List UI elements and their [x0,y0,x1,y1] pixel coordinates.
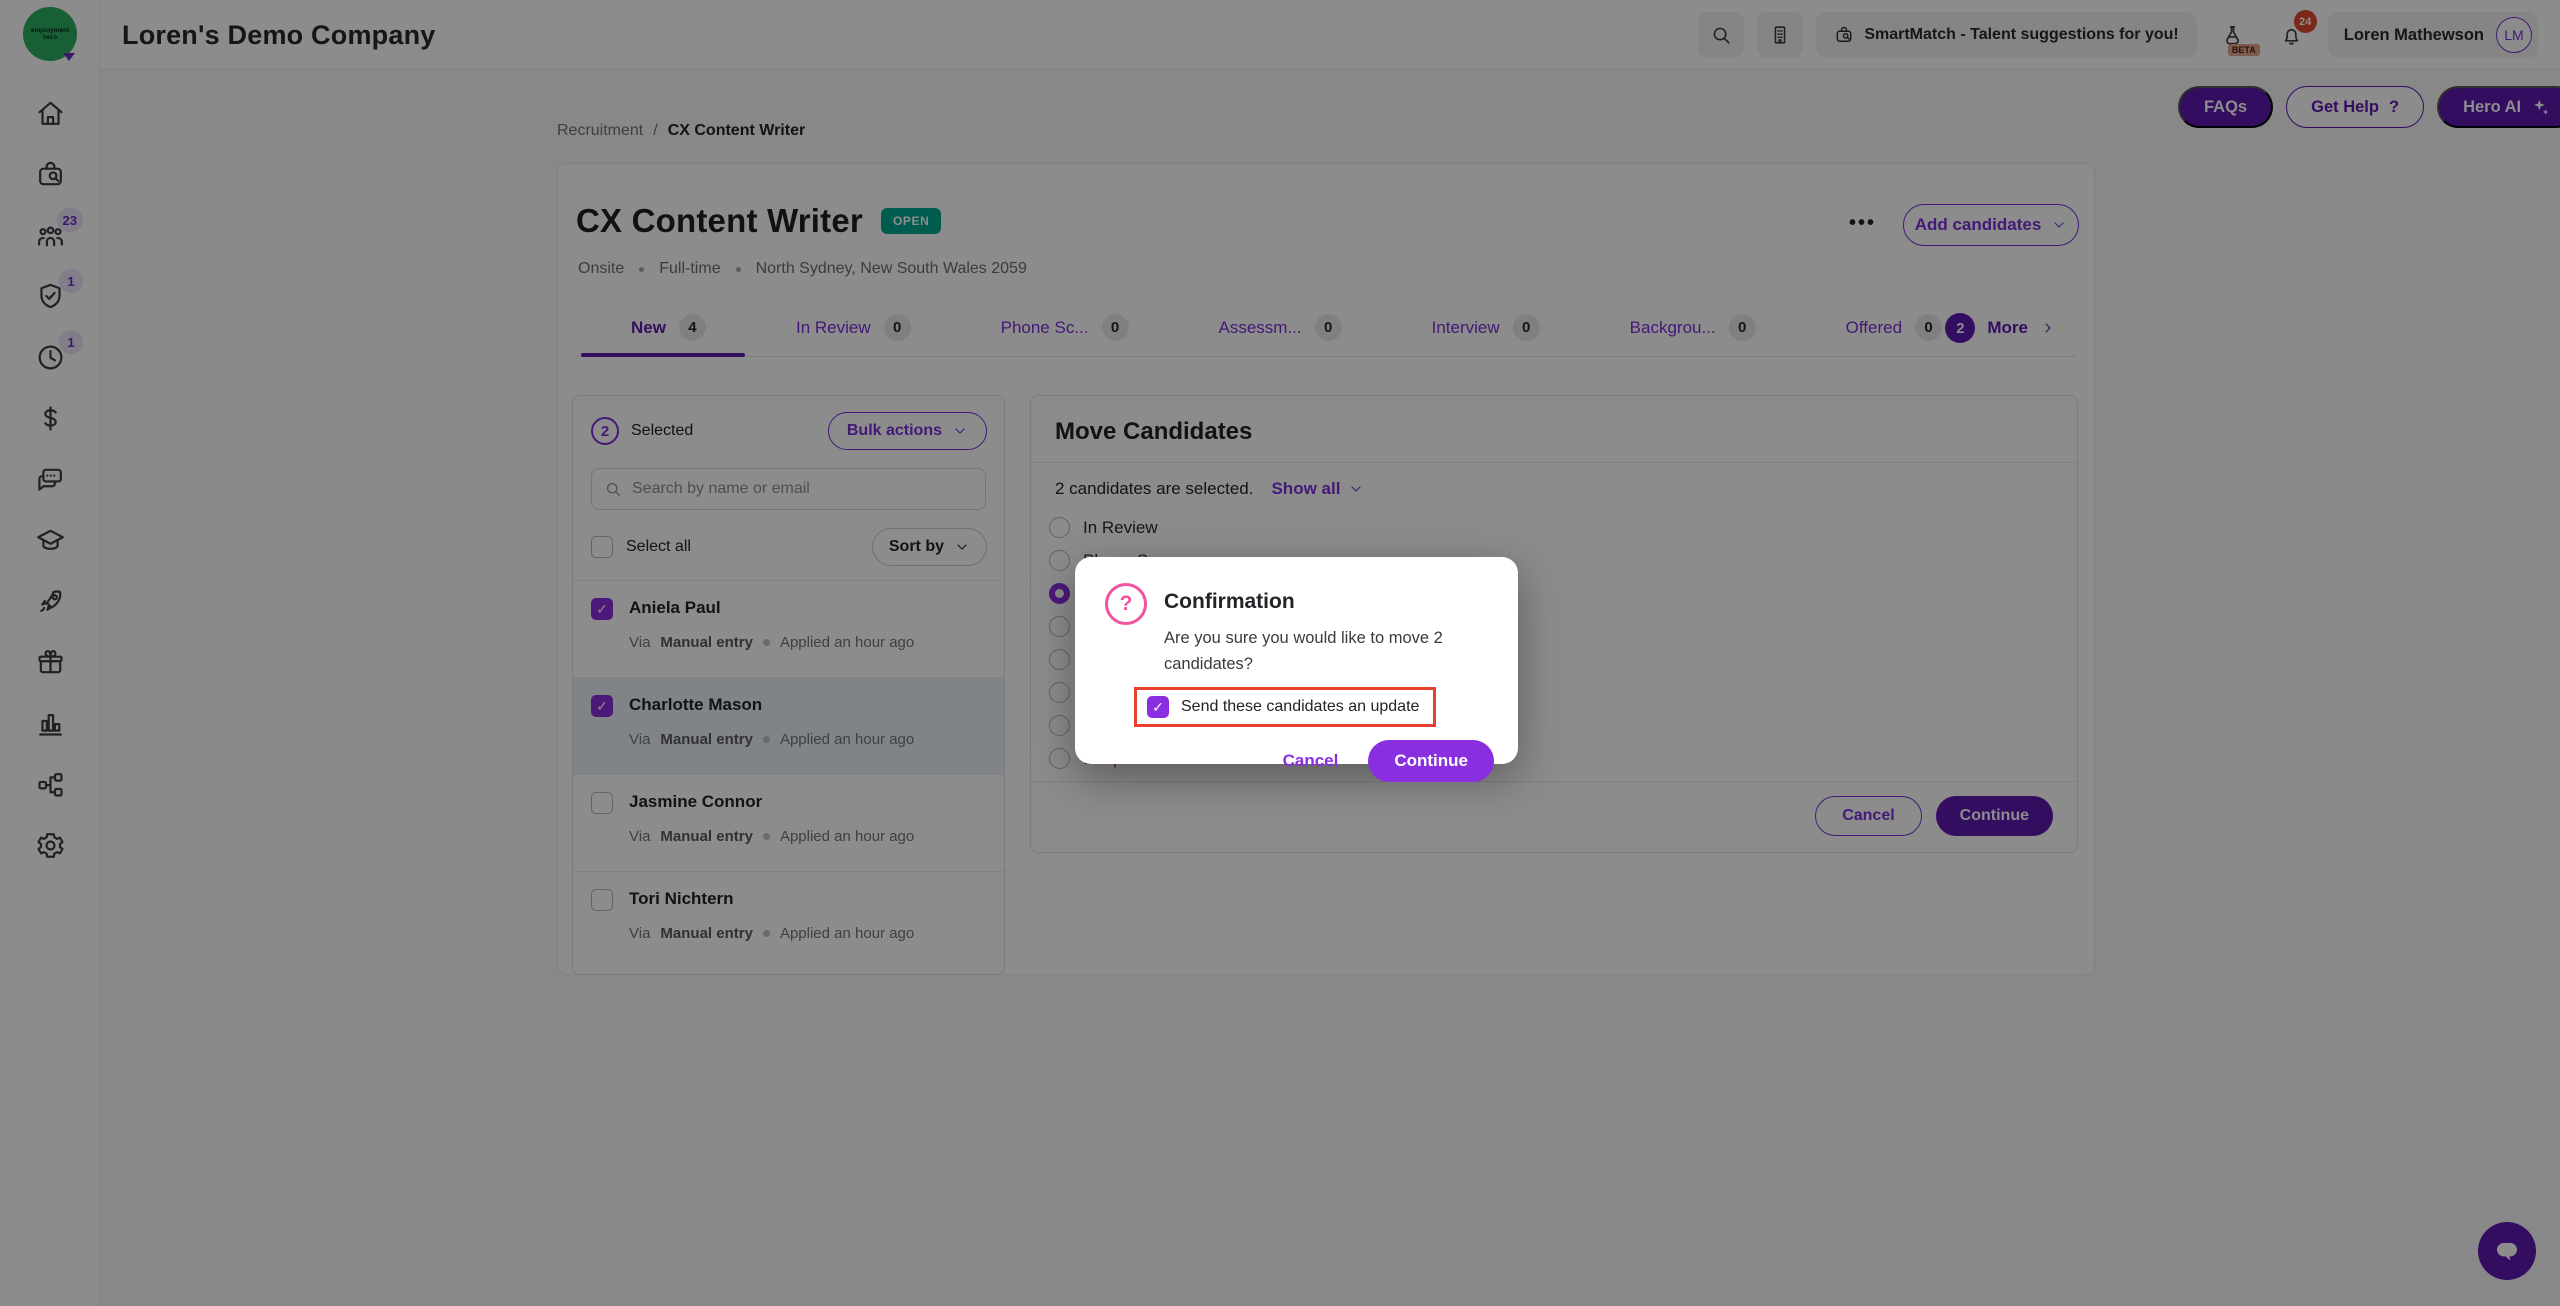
confirmation-modal: ? Confirmation Are you sure you would li… [1075,557,1518,764]
modal-continue-button[interactable]: Continue [1368,740,1494,782]
modal-cancel-button[interactable]: Cancel [1283,751,1339,771]
question-circle-icon: ? [1105,583,1147,625]
send-update-label: Send these candidates an update [1181,698,1419,716]
modal-title: Confirmation [1164,583,1494,614]
annotation-highlight-box: ✓ Send these candidates an update [1134,687,1436,727]
modal-body: Are you sure you would like to move 2 ca… [1164,626,1494,677]
send-update-checkbox[interactable]: ✓ [1147,696,1169,718]
app: Loren's Demo Company SmartMatch - Talent… [0,0,2560,1306]
